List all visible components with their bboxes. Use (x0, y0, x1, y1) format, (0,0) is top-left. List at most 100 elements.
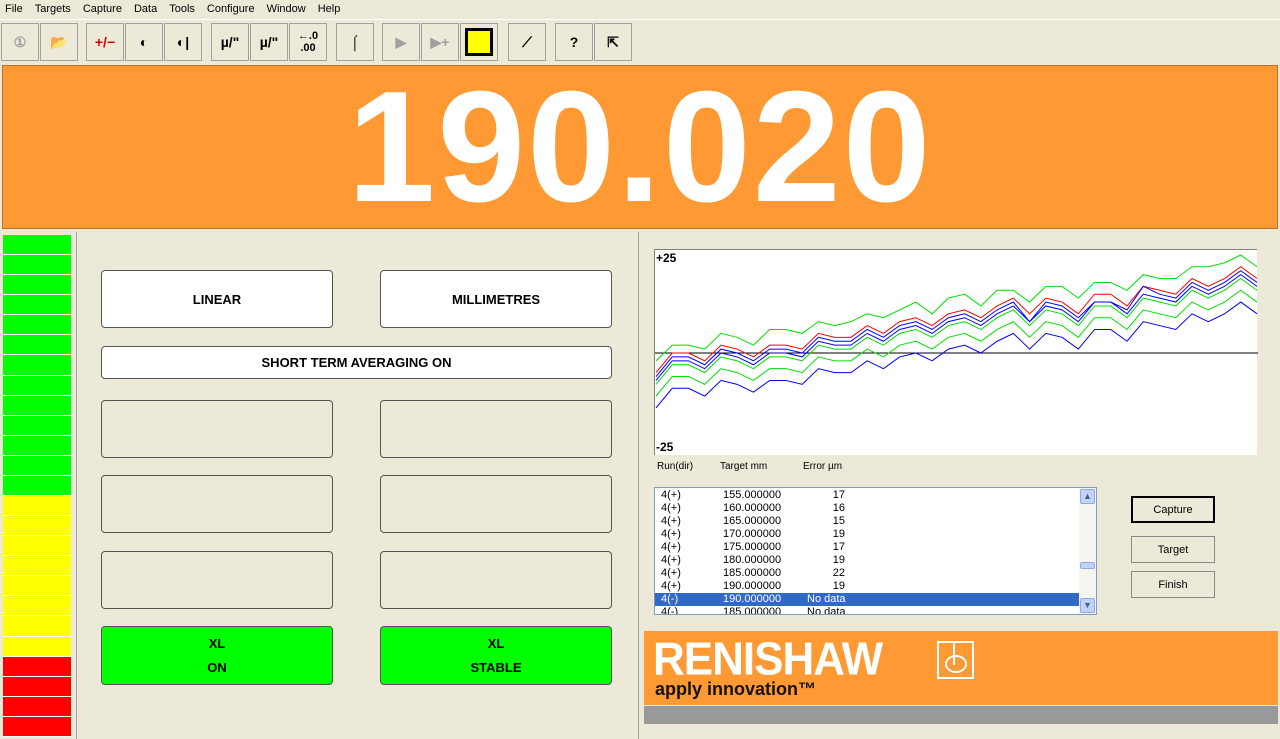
plus-minus-button[interactable]: +/− (86, 23, 124, 61)
error-chart: +25 -25 (654, 249, 1258, 455)
meter-segment (3, 656, 71, 677)
meter-segment (3, 676, 71, 697)
save-disk-button[interactable] (460, 23, 498, 61)
target-cell: 155.000000 (723, 489, 782, 501)
results-list[interactable]: 4(+) 155.000000 17 4(+) 160.000000 16 4(+) 165.… (654, 487, 1097, 615)
status-strip (644, 706, 1278, 724)
meter-segment (3, 415, 71, 436)
list-item[interactable]: 4(-) 190.000000 No data (655, 593, 1096, 606)
empty-status-button[interactable] (380, 475, 612, 533)
menu-configure[interactable]: Configure (207, 3, 255, 15)
plus-minus-icon: +/− (94, 34, 116, 50)
meter-segment (3, 395, 71, 416)
error-cell: 17 (832, 489, 845, 501)
units-micron-axis-button[interactable]: µ/" (250, 23, 288, 61)
finish-button[interactable]: Finish (1131, 571, 1215, 598)
units-micron-button[interactable]: µ/" (211, 23, 249, 61)
scroll-down-icon[interactable]: ▼ (1080, 598, 1095, 613)
play-add-icon: ▶+ (430, 33, 450, 50)
header-error: Error µm (803, 461, 843, 472)
run-cell: 4(-) (661, 593, 679, 605)
averaging-curve-button[interactable]: ⌠ (336, 23, 374, 61)
scrollbar[interactable]: ▲ ▼ (1079, 488, 1096, 614)
menu-data[interactable]: Data (134, 3, 157, 15)
averaging-button[interactable]: SHORT TERM AVERAGING ON (101, 346, 612, 379)
capture-button[interactable]: Capture (1131, 496, 1215, 523)
reading-value: 190.020 (347, 59, 933, 235)
graph-icon: ⟋ (522, 33, 532, 50)
units-button[interactable]: MILLIMETRES (380, 270, 612, 328)
open-folder-button[interactable]: 📂 (40, 23, 78, 61)
list-item[interactable]: 4(+) 160.000000 16 (655, 502, 1096, 515)
resolution-button[interactable]: ←.0 .00 (289, 23, 327, 61)
xl-label: XL (208, 635, 226, 651)
open-folder-icon: 📂 (50, 33, 68, 50)
position-readout: 190.020 (2, 65, 1278, 229)
empty-status-button[interactable] (101, 400, 333, 458)
help-button[interactable]: ? (555, 23, 593, 61)
error-cell: 19 (832, 528, 845, 540)
meter-segment (3, 536, 71, 557)
error-chart-svg (655, 254, 1258, 409)
empty-status-button[interactable] (380, 551, 612, 609)
empty-status-button[interactable] (101, 475, 333, 533)
capture-label: Capture (1153, 503, 1193, 516)
target-button[interactable]: ◐ (125, 23, 163, 61)
menu-help[interactable]: Help (318, 3, 341, 15)
empty-status-button[interactable] (101, 551, 333, 609)
list-item[interactable]: 4(+) 190.000000 19 (655, 580, 1096, 593)
menu-tools[interactable]: Tools (169, 3, 195, 15)
menu-targets[interactable]: Targets (35, 3, 71, 15)
target-button[interactable]: Target (1131, 536, 1215, 563)
run-cell: 4(+) (661, 528, 681, 540)
target-cell: 170.000000 (723, 528, 782, 540)
play-add-button[interactable]: ▶+ (421, 23, 459, 61)
resolution-icon: ←.0 .00 (297, 30, 319, 54)
exit-door-button[interactable]: ⇱ (594, 23, 632, 61)
target-cell: 190.000000 (723, 580, 782, 592)
play-button[interactable]: ▶ (382, 23, 420, 61)
meter-segment (3, 355, 71, 376)
series-line-0 (655, 254, 1258, 362)
mode-linear-button[interactable]: LINEAR (101, 270, 333, 328)
list-item[interactable]: 4(+) 170.000000 19 (655, 528, 1096, 541)
list-item[interactable]: 4(+) 165.000000 15 (655, 515, 1096, 528)
error-cell: No data (807, 593, 846, 605)
error-cell: No data (807, 606, 846, 615)
target-datum-button[interactable]: ◐| (164, 23, 202, 61)
toolbar: ① 📂 +/− ◐ ◐| µ/" µ/" ←.0 .00 ⌠ ▶ ▶+ ⟋? ⇱ (0, 19, 1280, 63)
meter-segment (3, 235, 71, 256)
list-item[interactable]: 4(+) 155.000000 17 (655, 489, 1096, 502)
menu-window[interactable]: Window (267, 3, 306, 15)
error-cell: 19 (832, 580, 845, 592)
list-item[interactable]: 4(+) 185.000000 22 (655, 567, 1096, 580)
list-item[interactable]: 4(-) 185.000000 No data (655, 606, 1096, 615)
meter-segment (3, 496, 71, 517)
run-select-button[interactable]: ① (1, 23, 39, 61)
error-cell: 15 (832, 515, 845, 527)
averaging-label: SHORT TERM AVERAGING ON (261, 355, 452, 370)
meter-segment (3, 596, 71, 617)
scroll-up-icon[interactable]: ▲ (1080, 489, 1095, 504)
header-target: Target mm (720, 461, 768, 472)
menu-capture[interactable]: Capture (83, 3, 122, 15)
scroll-thumb[interactable] (1080, 562, 1095, 569)
exit-door-icon: ⇱ (607, 33, 619, 50)
graph-button[interactable]: ⟋ (508, 23, 546, 61)
meter-segment (3, 516, 71, 537)
list-item[interactable]: 4(+) 175.000000 17 (655, 541, 1096, 554)
meter-segment (3, 455, 71, 476)
series-line-6 (655, 301, 1258, 409)
renishaw-logo: RENISHAW apply innovation™ (644, 631, 1278, 705)
meter-segment (3, 475, 71, 497)
run-cell: 4(+) (661, 554, 681, 566)
list-item[interactable]: 4(+) 180.000000 19 (655, 554, 1096, 567)
on-label: ON (207, 660, 227, 676)
run-cell: 4(+) (661, 515, 681, 527)
y-tick-bottom: -25 (656, 440, 674, 454)
empty-status-button[interactable] (380, 400, 612, 458)
menu-file[interactable]: File (5, 3, 23, 15)
run-cell: 4(+) (661, 502, 681, 514)
meter-segment (3, 295, 71, 316)
signal-strength-meter (3, 235, 71, 737)
